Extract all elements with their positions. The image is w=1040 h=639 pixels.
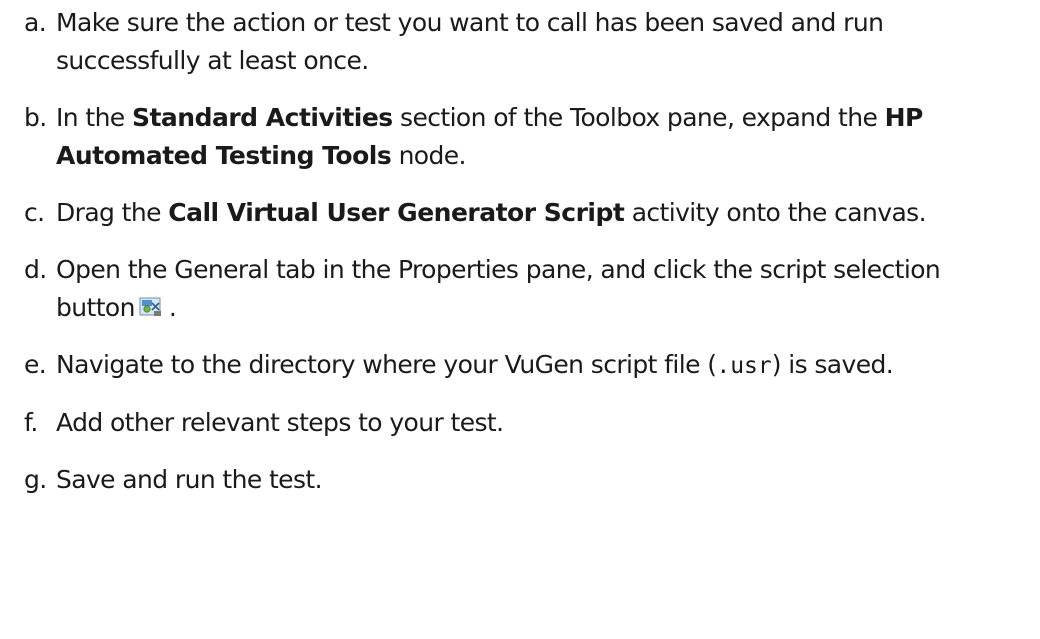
- step-marker: c.: [24, 198, 45, 227]
- step-text: Save and run the test.: [56, 461, 1016, 499]
- step-a: a. Make sure the action or test you want…: [0, 4, 1016, 80]
- step-text-part: node.: [391, 141, 467, 170]
- step-text: In the Standard Activities section of th…: [56, 99, 1016, 175]
- step-text: Navigate to the directory where your VuG…: [56, 346, 1016, 385]
- step-d: d. Open the General tab in the Propertie…: [0, 251, 1016, 327]
- step-text-part: Add other relevant steps to your test.: [56, 408, 504, 437]
- step-text-part: Make sure the action or test you want to…: [56, 8, 884, 75]
- step-f: f. Add other relevant steps to your test…: [0, 404, 1016, 442]
- step-text-part: Open the General tab in the Properties p…: [56, 255, 941, 322]
- step-text-part: section of the Toolbox pane, expand the: [392, 103, 885, 132]
- step-text-part: Navigate to the directory where your VuG…: [56, 350, 717, 379]
- step-b: b. In the Standard Activities section of…: [0, 99, 1016, 175]
- ui-term-call-vugen-script: Call Virtual User Generator Script: [168, 198, 625, 227]
- step-text: Drag the Call Virtual User Generator Scr…: [56, 194, 1016, 232]
- step-c: c. Drag the Call Virtual User Generator …: [0, 194, 1016, 232]
- procedure-list: a. Make sure the action or test you want…: [0, 0, 1040, 639]
- step-g: g. Save and run the test.: [0, 461, 1016, 499]
- step-text-part: .: [168, 293, 177, 322]
- ui-term-standard-activities: Standard Activities: [131, 103, 393, 132]
- step-marker: e.: [24, 350, 47, 379]
- step-marker: d.: [24, 255, 47, 284]
- step-marker: a.: [24, 8, 47, 37]
- step-marker: f.: [24, 408, 38, 437]
- step-marker: b.: [24, 103, 47, 132]
- step-text-part: activity onto the canvas.: [624, 198, 927, 227]
- step-text: Make sure the action or test you want to…: [56, 4, 1016, 80]
- step-marker: g.: [24, 465, 47, 494]
- step-text-part: Drag the: [56, 198, 169, 227]
- step-text-part: Save and run the test.: [56, 465, 323, 494]
- script-selection-icon: [139, 297, 161, 316]
- step-text: Add other relevant steps to your test.: [56, 404, 1016, 442]
- step-e: e. Navigate to the directory where your …: [0, 346, 1016, 385]
- step-text: Open the General tab in the Properties p…: [56, 251, 1016, 327]
- step-text-part: ) is saved.: [771, 350, 894, 379]
- file-extension: .usr: [716, 353, 772, 379]
- step-text-part: In the: [56, 103, 132, 132]
